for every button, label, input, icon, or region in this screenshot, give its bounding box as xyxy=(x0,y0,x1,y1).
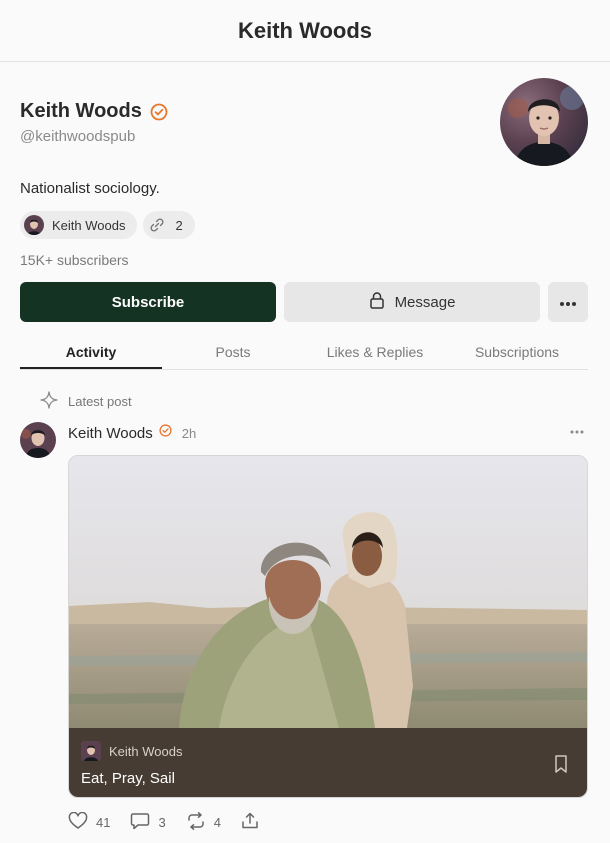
links-count: 2 xyxy=(175,217,183,233)
post-author-name[interactable]: Keith Woods xyxy=(68,425,153,442)
post-author-avatar[interactable] xyxy=(20,422,56,458)
links-chip[interactable]: 2 xyxy=(143,211,195,239)
post-actions: 41 3 4 xyxy=(68,811,259,833)
post-more-icon[interactable] xyxy=(566,422,588,442)
sparkle-icon xyxy=(40,391,58,412)
message-button-label: Message xyxy=(394,293,456,311)
subscribe-button[interactable]: Subscribe xyxy=(20,282,276,322)
lock-icon xyxy=(369,291,385,313)
top-bar: Keith Woods xyxy=(0,0,610,62)
share-button[interactable] xyxy=(241,812,259,833)
profile-bio: Nationalist sociology. xyxy=(20,180,160,197)
tab-likes-replies[interactable]: Likes & Replies xyxy=(304,336,446,369)
comment-icon xyxy=(130,812,150,833)
link-icon xyxy=(147,215,167,235)
profile-name-row: Keith Woods xyxy=(20,100,168,123)
like-count: 41 xyxy=(96,815,111,830)
post-card[interactable]: Keith Woods Eat, Pray, Sail xyxy=(68,455,588,798)
profile-handle: @keithwoodspub xyxy=(20,128,136,145)
more-horizontal-icon xyxy=(559,294,577,311)
more-options-button[interactable] xyxy=(548,282,588,322)
restack-icon xyxy=(186,812,206,833)
profile-name: Keith Woods xyxy=(20,100,142,122)
comment-button[interactable]: 3 xyxy=(130,812,166,833)
publication-chip-label: Keith Woods xyxy=(52,217,126,233)
post-cover-image xyxy=(69,456,587,728)
post-card-publication: Keith Woods xyxy=(81,741,182,761)
profile-chips: Keith Woods 2 xyxy=(20,211,195,239)
profile-avatar[interactable] xyxy=(500,78,588,166)
post-card-publication-name: Keith Woods xyxy=(109,743,183,759)
tab-posts[interactable]: Posts xyxy=(162,336,304,369)
verified-badge-icon xyxy=(159,424,172,442)
post-title[interactable]: Eat, Pray, Sail xyxy=(81,770,175,787)
publication-avatar xyxy=(24,215,44,235)
publication-chip[interactable]: Keith Woods xyxy=(20,211,138,239)
bookmark-icon[interactable] xyxy=(553,754,569,774)
share-icon xyxy=(241,812,259,833)
like-button[interactable]: 41 xyxy=(68,811,111,833)
restack-count: 4 xyxy=(213,815,221,830)
comment-count: 3 xyxy=(158,815,166,830)
heart-icon xyxy=(68,811,88,833)
tab-subscriptions[interactable]: Subscriptions xyxy=(446,336,588,369)
post-card-footer: Keith Woods Eat, Pray, Sail xyxy=(69,728,587,797)
subscriber-count: 15K+ subscribers xyxy=(20,252,129,268)
publication-avatar xyxy=(81,741,101,761)
message-button[interactable]: Message xyxy=(284,282,540,322)
post-header: Keith Woods 2h xyxy=(68,424,196,442)
tab-activity[interactable]: Activity xyxy=(20,336,162,369)
profile-actions: Subscribe Message xyxy=(20,282,588,322)
page-title: Keith Woods xyxy=(237,17,373,43)
latest-post-label: Latest post xyxy=(40,391,132,412)
post-timestamp: 2h xyxy=(181,425,197,441)
restack-button[interactable]: 4 xyxy=(186,812,221,833)
verified-badge-icon xyxy=(150,103,168,121)
latest-post-text: Latest post xyxy=(68,394,132,409)
profile-tabs: Activity Posts Likes & Replies Subscript… xyxy=(20,336,588,370)
